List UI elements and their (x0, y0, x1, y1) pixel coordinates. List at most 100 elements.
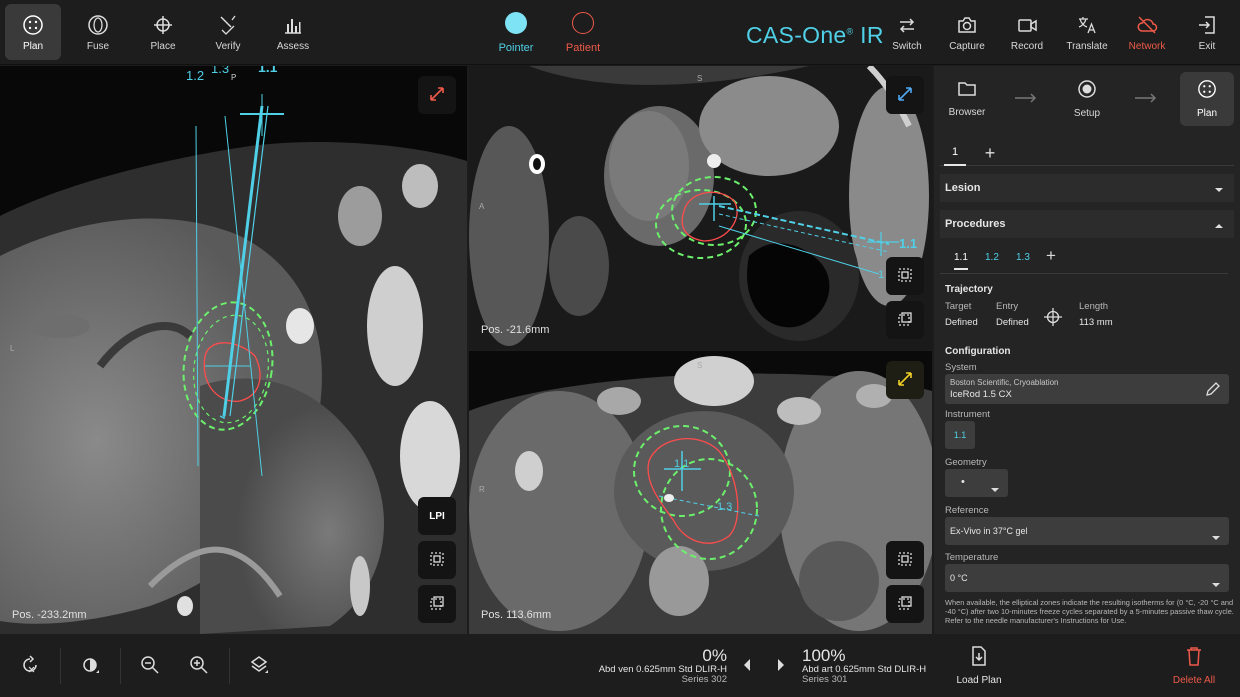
maximize-left-button[interactable] (418, 76, 456, 114)
fuse-tool-button[interactable]: Fuse (70, 4, 126, 60)
temperature-value: 0 °C (950, 573, 968, 583)
rotate-button[interactable] (15, 652, 45, 682)
length-label: Length (1079, 301, 1109, 312)
procedure-tabs: 1.1 1.2 1.3 + (940, 246, 1228, 274)
instrument-chip[interactable]: 1.1 (945, 421, 975, 449)
reference-select[interactable]: Ex-Vivo in 37°C gel (945, 517, 1229, 545)
system-field[interactable]: Boston Scientific, Cryoablation IceRod 1… (945, 374, 1229, 404)
plan-tool-label: Plan (22, 40, 43, 52)
viewport-top-right[interactable]: S A 1.1 1 Pos. -21.6mm (469, 66, 932, 349)
chevron-down-icon (1211, 528, 1221, 546)
workflow-browser-label: Browser (948, 107, 986, 118)
record-label: Record (1010, 40, 1044, 52)
patient-toggle[interactable]: Patient (555, 8, 611, 58)
verify-tool-label: Verify (215, 40, 241, 52)
chevron-up-icon (1214, 220, 1224, 232)
workflow-setup-button[interactable]: Setup (1060, 72, 1114, 126)
length-value: 113 mm (1079, 317, 1113, 328)
orientation-marker-r: R (479, 485, 485, 494)
layers-button[interactable] (244, 652, 274, 682)
previous-series-button[interactable] (732, 652, 762, 682)
select-region-icon (897, 551, 913, 570)
pointer-toggle[interactable]: Pointer (488, 8, 544, 58)
procedures-section-header[interactable]: Procedures (940, 210, 1234, 238)
lesion-header-label: Lesion (945, 182, 981, 194)
ct-image-left (0, 66, 467, 634)
crop-icon (897, 311, 913, 330)
exit-button[interactable]: Exit (1179, 4, 1235, 60)
top-right-crop-button[interactable] (886, 301, 924, 339)
needle-label-1-1-bottom: 1.1 (674, 458, 690, 470)
viewport-left[interactable]: 1.2 1.3 1.1 P L LPI Pos. -233.2mm (0, 66, 467, 634)
patient-label: Patient (565, 42, 601, 54)
record-button[interactable]: Record (999, 4, 1055, 60)
workflow-browser-button[interactable]: Browser (940, 72, 994, 126)
system-line-1: Boston Scientific, Cryoablation (950, 378, 1059, 387)
series-left-percent: 0% (702, 646, 727, 665)
zoom-out-icon (140, 655, 160, 680)
network-label: Network (1128, 40, 1166, 52)
workflow-plan-button[interactable]: Plan (1180, 72, 1234, 126)
delete-all-button[interactable]: Delete All (1159, 646, 1229, 686)
ct-image-top-right (469, 66, 932, 349)
switch-label: Switch (892, 40, 922, 52)
tab-procedure-1-1[interactable]: 1.1 (954, 252, 968, 270)
place-tool-label: Place (150, 40, 176, 52)
app-brand: CAS-One® IR (746, 22, 884, 48)
zoom-out-button[interactable] (135, 652, 165, 682)
maximize-top-right-button[interactable] (886, 76, 924, 114)
needle-label-1-2: 1.2 (186, 68, 205, 83)
orientation-marker-a: A (479, 202, 485, 211)
translate-button[interactable]: Translate (1059, 4, 1115, 60)
bottom-right-select-button[interactable] (886, 541, 924, 579)
bottom-right-crop-button[interactable] (886, 585, 924, 623)
target-crosshair-icon[interactable] (1043, 307, 1063, 332)
select-region-icon (897, 267, 913, 286)
tab-procedure-1-3[interactable]: 1.3 (1016, 252, 1030, 263)
tab-procedure-1-2[interactable]: 1.2 (985, 252, 999, 263)
entry-value: Defined (996, 317, 1029, 328)
orientation-lpi-button[interactable]: LPI (418, 497, 456, 535)
window-level-button[interactable] (75, 652, 105, 682)
plan-tool-button[interactable]: Plan (5, 4, 61, 60)
lesion-section-header[interactable]: Lesion (940, 174, 1234, 202)
switch-button[interactable]: Switch (879, 4, 935, 60)
capture-button[interactable]: Capture (939, 4, 995, 60)
geometry-select[interactable]: • (945, 469, 1008, 497)
camera-icon (956, 13, 978, 37)
plan-tabs: 1 + (940, 140, 1234, 166)
left-view-crop-button[interactable] (418, 585, 456, 623)
zoom-in-button[interactable] (184, 652, 214, 682)
reference-label: Reference (945, 505, 989, 516)
top-right-select-button[interactable] (886, 257, 924, 295)
series-left-info: 0% Abd ven 0.625mm Std DLIR-H Series 302 (590, 647, 727, 685)
top-toolbar: Plan Fuse Place Verify Assess Pointer Pa… (0, 0, 1240, 65)
add-plan-button[interactable]: + (980, 140, 1000, 166)
expand-icon (896, 370, 914, 391)
procedures-header-label: Procedures (945, 218, 1006, 230)
assess-tool-button[interactable]: Assess (265, 4, 321, 60)
orientation-marker-l: L (10, 344, 15, 353)
temperature-select[interactable]: 0 °C (945, 564, 1229, 592)
add-procedure-button[interactable]: + (1046, 246, 1056, 266)
exit-icon (1196, 13, 1218, 37)
maximize-bottom-right-button[interactable] (886, 361, 924, 399)
edit-pencil-icon[interactable] (1205, 381, 1221, 402)
system-line-2: IceRod 1.5 CX (950, 389, 1012, 400)
bottom-toolbar: 0% Abd ven 0.625mm Std DLIR-H Series 302… (0, 634, 1240, 697)
left-view-select-button[interactable] (418, 541, 456, 579)
trash-icon (1185, 646, 1203, 669)
verify-tool-button[interactable]: Verify (200, 4, 256, 60)
tab-plan-1[interactable]: 1 (944, 140, 966, 166)
network-button[interactable]: Network (1119, 4, 1175, 60)
series-left-number: Series 302 (681, 674, 727, 685)
chart-icon (282, 13, 304, 37)
system-label: System (945, 362, 977, 373)
load-plan-button[interactable]: Load Plan (944, 646, 1014, 686)
reference-value: Ex-Vivo in 37°C gel (950, 526, 1028, 536)
toolbar-divider (229, 648, 230, 684)
place-tool-button[interactable]: Place (135, 4, 191, 60)
viewport-bottom-right[interactable]: S R 1.1 1.3 Pos. 113.6mm (469, 351, 932, 634)
next-series-button[interactable] (766, 652, 796, 682)
folder-icon (957, 80, 977, 101)
